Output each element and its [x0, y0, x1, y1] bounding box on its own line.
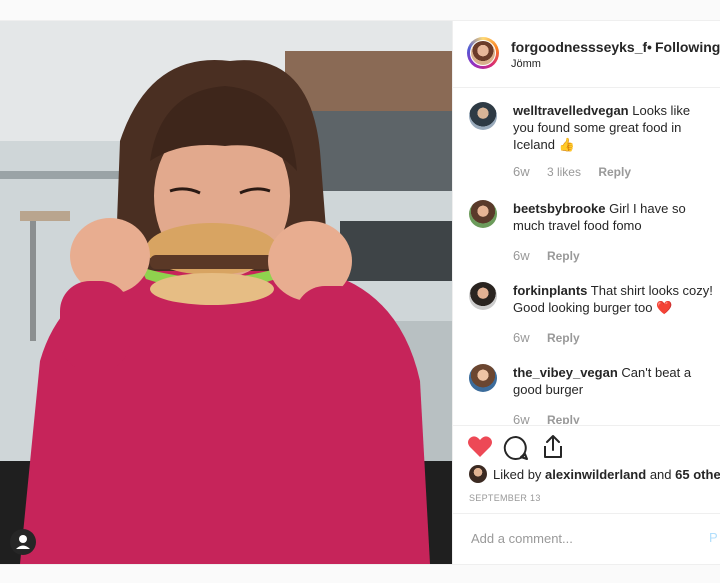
- post-header: forgoodnessseyks_food • Following Jömm: [453, 21, 720, 88]
- commenter-avatar[interactable]: [469, 102, 497, 130]
- author-username[interactable]: forgoodnessseyks_food: [511, 39, 647, 55]
- header-separator: •: [647, 39, 652, 55]
- comment-likes[interactable]: 3 likes: [547, 165, 581, 179]
- commenter-avatar[interactable]: [469, 282, 497, 310]
- reply-button[interactable]: Reply: [598, 165, 631, 179]
- comment-text-block: welltravelledvegan Looks like you found …: [513, 102, 713, 153]
- heart-filled-icon[interactable]: [467, 435, 493, 464]
- comment-text-block: the_vibey_vegan Can't beat a good burger: [513, 364, 713, 398]
- comment-meta: 6w Reply: [513, 412, 594, 424]
- comment-time: 6w: [513, 412, 530, 424]
- comment-glyph: [503, 435, 528, 460]
- liker-username[interactable]: alexinwilderland: [545, 467, 646, 482]
- post-location[interactable]: Jömm: [511, 58, 541, 70]
- add-comment-bar: P: [453, 513, 720, 565]
- add-comment-input[interactable]: [469, 530, 703, 547]
- comment-text-block: forkinplants That shirt looks cozy! Good…: [513, 282, 713, 316]
- commenter-username[interactable]: welltravelledvegan: [513, 103, 629, 118]
- reply-button[interactable]: Reply: [547, 249, 580, 263]
- author-avatar-image: [470, 40, 496, 66]
- following-button[interactable]: Following: [655, 39, 720, 55]
- comments-list[interactable]: welltravelledvegan Looks like you found …: [453, 88, 720, 424]
- commenter-username[interactable]: the_vibey_vegan: [513, 365, 618, 380]
- comment-meta: 6w 3 likes Reply: [513, 164, 645, 179]
- post-actions-bar: [453, 425, 720, 472]
- reply-button[interactable]: Reply: [547, 413, 580, 424]
- likes-others-link[interactable]: 65 others: [675, 467, 720, 482]
- comment-time: 6w: [513, 164, 530, 179]
- liker-avatar[interactable]: [469, 465, 487, 483]
- post-comment-button[interactable]: P: [709, 530, 718, 545]
- comment-time: 6w: [513, 248, 530, 263]
- reply-button[interactable]: Reply: [547, 331, 580, 345]
- user-tag-icon[interactable]: [10, 529, 36, 555]
- author-avatar[interactable]: [467, 37, 499, 69]
- commenter-username[interactable]: forkinplants: [513, 283, 587, 298]
- share-icon[interactable]: [541, 434, 565, 465]
- commenter-username[interactable]: beetsbybrooke: [513, 201, 605, 216]
- heart-filled-glyph: [468, 436, 492, 457]
- comment-text-block: beetsbybrooke Girl I have so much travel…: [513, 200, 713, 234]
- liked-by-prefix: Liked by: [493, 467, 542, 482]
- post-details-panel: forgoodnessseyks_food • Following Jömm w…: [452, 21, 720, 564]
- comment-meta: 6w Reply: [513, 248, 594, 263]
- commenter-avatar[interactable]: [469, 200, 497, 228]
- post-card: forgoodnessseyks_food • Following Jömm w…: [0, 20, 720, 565]
- comment-icon[interactable]: [503, 435, 529, 466]
- post-photo[interactable]: [0, 21, 452, 564]
- comment-meta: 6w Reply: [513, 330, 594, 345]
- post-photo-illustration: [0, 21, 452, 564]
- liked-by-text: Liked by alexinwilderland and 65 others: [493, 467, 720, 482]
- post-date[interactable]: SEPTEMBER 13: [469, 493, 541, 503]
- user-tag-glyph: [16, 535, 30, 549]
- comment-time: 6w: [513, 330, 530, 345]
- liked-by-and: and: [649, 467, 672, 482]
- commenter-avatar[interactable]: [469, 364, 497, 392]
- share-glyph: [544, 435, 562, 458]
